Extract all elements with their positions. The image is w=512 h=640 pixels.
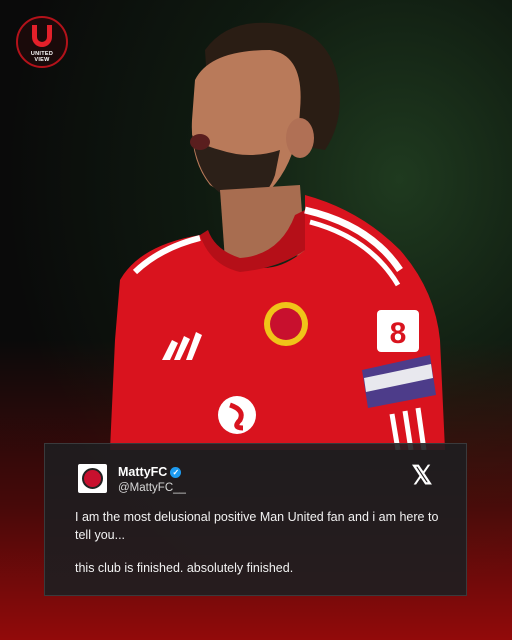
display-name[interactable]: MattyFC ✓ [118, 465, 182, 479]
brand-logo-mark [32, 25, 52, 47]
tweet-paragraph-2: this club is finished. absolutely finish… [75, 561, 294, 575]
avatar-crest-icon [82, 468, 103, 489]
tweet-paragraph-1: I am the most delusional positive Man Un… [75, 510, 439, 542]
profile-avatar[interactable] [78, 464, 107, 493]
player-photo: 8 [110, 22, 445, 450]
svg-text:8: 8 [390, 317, 407, 350]
tweet-text: I am the most delusional positive Man Un… [75, 508, 455, 592]
user-handle[interactable]: @MattyFC__ [118, 482, 186, 494]
brand-logo: UNITED VIEW [16, 16, 68, 68]
display-name-text: MattyFC [118, 465, 168, 479]
verified-badge-icon: ✓ [170, 467, 182, 478]
x-logo-icon[interactable]: 𝕏 [408, 461, 436, 489]
post-image: 8 UNITED VIEW MattyFC ✓ @MattyFC__ 𝕏 I am… [0, 0, 512, 640]
tweet-card: MattyFC ✓ @MattyFC__ 𝕏 I am the most delu… [44, 443, 467, 596]
brand-logo-text: UNITED VIEW [30, 51, 54, 63]
